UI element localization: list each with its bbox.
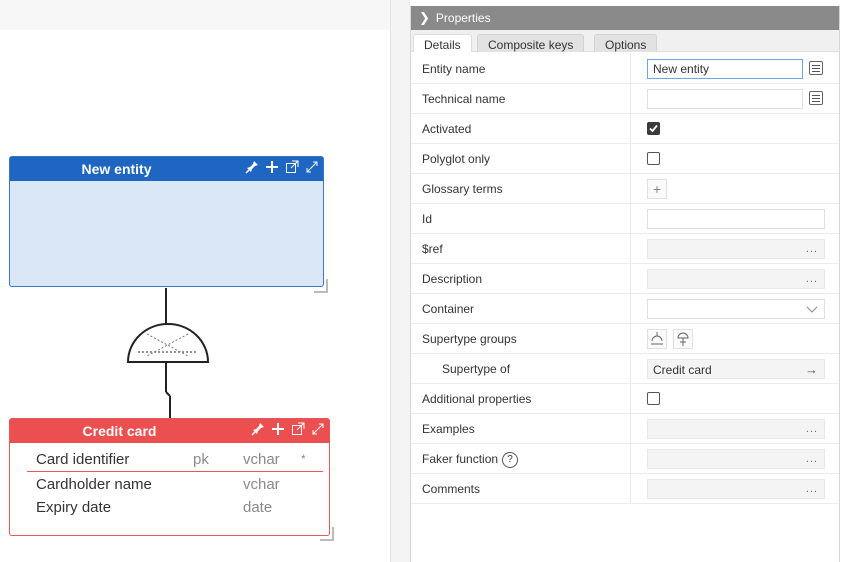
prop-supertype-of: Supertype of Credit card → — [411, 354, 839, 384]
ellipsis-button[interactable]: ... — [806, 243, 818, 255]
attribute-name: Expiry date — [36, 498, 112, 516]
tab-options[interactable]: Options — [594, 34, 658, 52]
prop-label: Polyglot only — [422, 152, 491, 166]
attribute-row[interactable]: Expiry date date — [36, 496, 319, 518]
expand-icon[interactable] — [311, 422, 325, 436]
open-external-icon[interactable] — [291, 422, 305, 436]
prop-label: Additional properties — [422, 392, 532, 406]
prop-polyglot-only: Polyglot only — [411, 144, 839, 174]
ellipsis-button[interactable]: ... — [806, 453, 818, 465]
ellipsis-button[interactable]: ... — [806, 483, 818, 495]
ref-input[interactable]: ... — [647, 239, 825, 259]
prop-examples: Examples ... — [411, 414, 839, 444]
help-icon[interactable]: ? — [502, 452, 519, 468]
properties-panel: ❯ Properties Details Composite keys Opti… — [410, 6, 840, 562]
prop-label: Technical name — [422, 92, 506, 106]
entity-title: Credit card — [82, 423, 157, 439]
attribute-row[interactable]: Card identifier pk vchar * — [36, 448, 319, 470]
entity-title: New entity — [81, 161, 152, 177]
attribute-row[interactable]: Cardholder name vchar — [36, 473, 319, 495]
prop-label: Id — [422, 212, 433, 226]
prop-label: Container — [422, 302, 475, 316]
expand-icon[interactable] — [305, 160, 319, 174]
examples-input[interactable]: ... — [647, 419, 825, 439]
tab-details[interactable]: Details — [413, 34, 472, 52]
prop-ref: $ref ... — [411, 234, 839, 264]
pin-icon[interactable] — [245, 160, 259, 174]
diagram-canvas[interactable]: New entity Credit card Card identifier p… — [0, 0, 390, 562]
attribute-key: pk — [193, 450, 209, 468]
id-input[interactable] — [647, 209, 825, 229]
prop-label: Examples — [422, 422, 475, 436]
attribute-type: date — [243, 498, 273, 516]
entity-new-entity[interactable]: New entity — [9, 156, 324, 287]
add-glossary-term-button[interactable]: + — [647, 179, 667, 199]
prop-container: Container — [411, 294, 839, 324]
prop-description: Description ... — [411, 264, 839, 294]
prop-label: Activated — [422, 122, 472, 136]
container-select[interactable] — [647, 299, 825, 319]
supertype-of-value: Credit card — [653, 363, 712, 377]
panel-title: Properties — [435, 11, 491, 25]
list-icon[interactable] — [809, 91, 823, 105]
add-attribute-icon[interactable] — [271, 422, 285, 436]
attribute-name: Card identifier — [36, 450, 130, 468]
polyglot-only-checkbox[interactable] — [647, 152, 660, 165]
pane-splitter[interactable] — [390, 0, 410, 562]
description-input[interactable]: ... — [647, 269, 825, 289]
prop-entity-name: Entity name New entity — [411, 54, 839, 84]
faker-function-input[interactable]: ... — [647, 449, 825, 469]
technical-name-input[interactable] — [647, 89, 803, 109]
properties-header[interactable]: ❯ Properties — [411, 6, 839, 30]
additional-properties-checkbox[interactable] — [647, 392, 660, 405]
tab-composite-keys[interactable]: Composite keys — [477, 34, 585, 52]
entity-name-input[interactable]: New entity — [647, 59, 803, 79]
add-subtype-group-icon[interactable] — [647, 329, 667, 349]
supertype-of-field[interactable]: Credit card → — [647, 359, 825, 379]
attribute-type: vchar — [243, 450, 280, 468]
resize-handle[interactable] — [320, 527, 334, 541]
add-supertype-group-icon[interactable] — [673, 329, 694, 349]
prop-label: Entity name — [422, 62, 486, 76]
chevron-down-icon — [806, 306, 818, 313]
prop-label: Supertype groups — [422, 332, 517, 346]
list-icon[interactable] — [809, 61, 823, 75]
ellipsis-button[interactable]: ... — [806, 273, 818, 285]
open-external-icon[interactable] — [285, 160, 299, 174]
prop-label: $ref — [422, 242, 443, 256]
arrow-right-icon[interactable]: → — [805, 362, 818, 377]
chevron-right-icon[interactable]: ❯ — [419, 10, 430, 26]
ellipsis-button[interactable]: ... — [806, 423, 818, 435]
prop-comments: Comments ... — [411, 474, 839, 504]
entity-credit-card[interactable]: Credit card Card identifier pk vchar * C… — [9, 418, 330, 536]
prop-faker-function: Faker function? ... — [411, 444, 839, 474]
primary-key-separator — [27, 471, 323, 472]
prop-label: Description — [422, 272, 483, 286]
prop-additional-properties: Additional properties — [411, 384, 839, 414]
activated-checkbox[interactable] — [647, 122, 660, 135]
prop-glossary-terms: Glossary terms + — [411, 174, 839, 204]
add-attribute-icon[interactable] — [265, 160, 279, 174]
prop-label: Supertype of — [442, 362, 511, 376]
attribute-type: vchar — [243, 475, 280, 493]
prop-technical-name: Technical name — [411, 84, 839, 114]
required-marker: * — [301, 452, 306, 466]
resize-handle[interactable] — [314, 279, 328, 293]
attribute-name: Cardholder name — [36, 475, 152, 493]
entity-header[interactable]: New entity — [10, 157, 323, 181]
pin-icon[interactable] — [251, 422, 265, 436]
prop-supertype-groups: Supertype groups — [411, 324, 839, 354]
prop-label: Comments — [422, 482, 481, 496]
faker-function-label: Faker function — [422, 452, 499, 467]
prop-label: Glossary terms — [422, 182, 503, 196]
entity-header[interactable]: Credit card — [10, 419, 329, 443]
prop-id: Id — [411, 204, 839, 234]
comments-input[interactable]: ... — [647, 479, 825, 499]
prop-activated: Activated — [411, 114, 839, 144]
properties-tabs: Details Composite keys Options — [411, 30, 839, 52]
prop-label: Faker function? — [422, 452, 519, 468]
